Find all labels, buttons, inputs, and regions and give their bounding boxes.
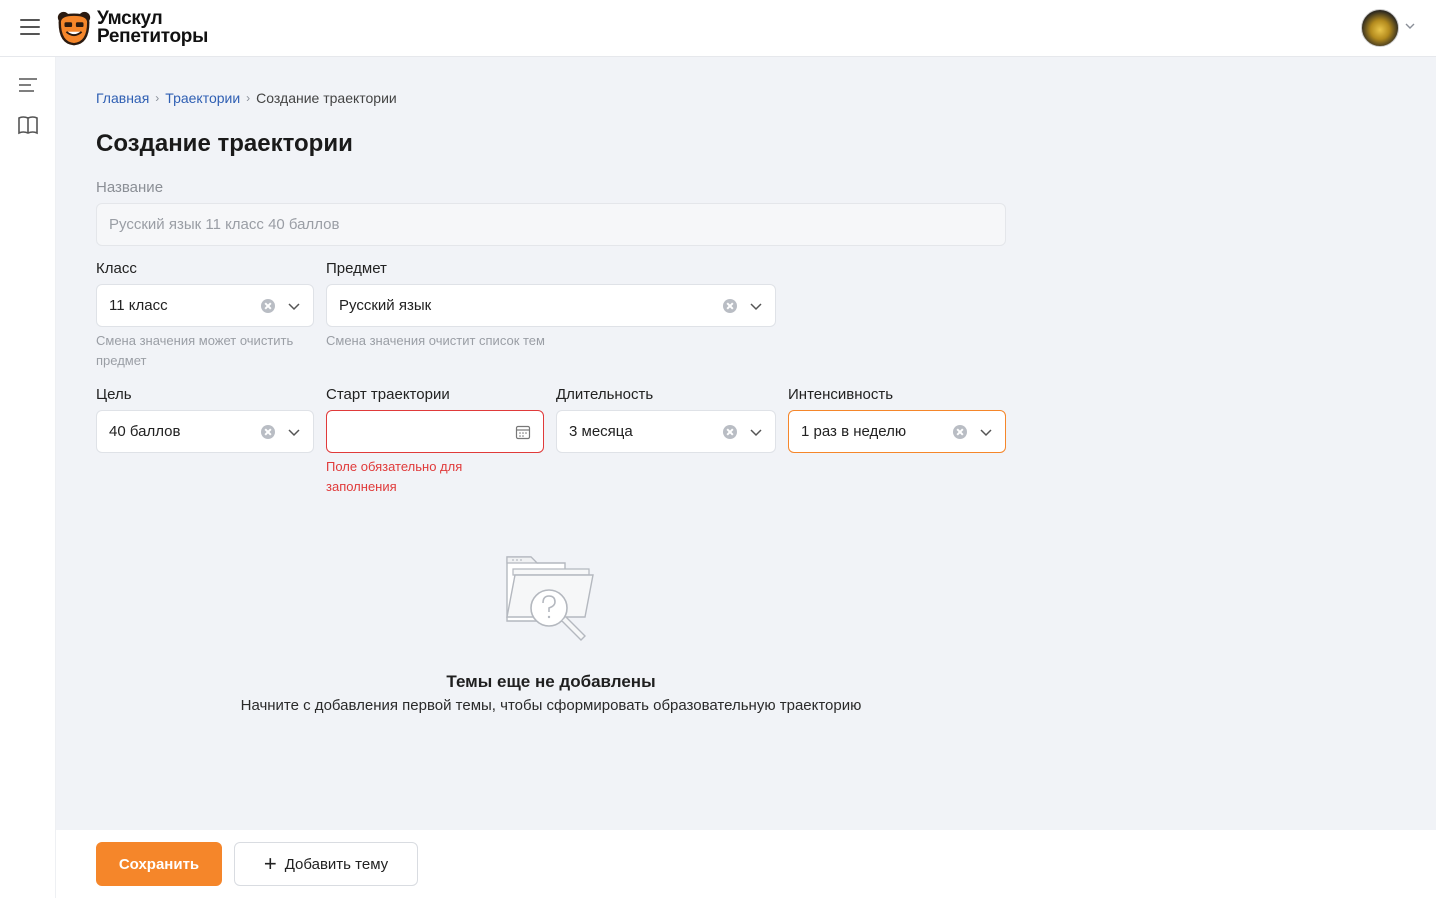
duration-value: 3 месяца (569, 423, 633, 440)
goal-value: 40 баллов (109, 423, 181, 440)
start-error: Поле обязательно для заполнения (326, 459, 463, 494)
menu-burger-icon[interactable] (20, 19, 40, 37)
duration-label: Длительность (556, 386, 654, 403)
user-avatar[interactable] (1361, 9, 1399, 47)
chevron-down-icon[interactable] (1404, 20, 1416, 32)
breadcrumb-trajectories-link[interactable]: Траектории (165, 90, 240, 106)
chevron-down-icon[interactable] (749, 299, 763, 313)
goal-select[interactable]: 40 баллов (96, 410, 314, 453)
top-header: Умскул Репетиторы (0, 0, 1436, 57)
subject-value: Русский язык (339, 297, 432, 314)
logo-line-2: Репетиторы (97, 26, 209, 47)
subject-hint: Смена значения очистит список тем (326, 333, 545, 348)
grade-label: Класс (96, 260, 137, 277)
list-menu-icon[interactable] (17, 75, 39, 97)
clear-icon[interactable] (953, 424, 967, 439)
calendar-icon[interactable] (515, 424, 531, 440)
chevron-down-icon[interactable] (979, 425, 993, 439)
empty-state-title: Темы еще не добавлены (446, 672, 656, 691)
plus-icon: + (263, 851, 277, 876)
bear-logo-icon (57, 11, 91, 46)
clear-icon[interactable] (261, 298, 275, 313)
book-icon[interactable] (17, 114, 39, 136)
name-input: Русский язык 11 класс 40 баллов (96, 203, 1006, 246)
chevron-right-icon: › (155, 91, 160, 105)
save-button[interactable]: Сохранить (96, 842, 222, 886)
name-placeholder: Русский язык 11 класс 40 баллов (109, 216, 340, 233)
grade-hint: Смена значения может очистить предмет (96, 333, 294, 368)
add-topic-label: Добавить тему (284, 855, 389, 873)
grade-value: 11 класс (109, 297, 168, 314)
side-rail (0, 57, 56, 898)
breadcrumb: Главная › Траектории › Создание траектор… (96, 90, 397, 106)
intensity-select[interactable]: 1 раз в неделю (788, 410, 1006, 453)
breadcrumb-current: Создание траектории (256, 90, 397, 106)
intensity-value: 1 раз в неделю (801, 423, 907, 440)
logo[interactable]: Умскул Репетиторы (55, 9, 208, 47)
chevron-right-icon: › (246, 91, 251, 105)
start-date-input[interactable] (326, 410, 544, 453)
start-label: Старт траектории (326, 386, 450, 403)
breadcrumb-home-link[interactable]: Главная (96, 90, 149, 106)
empty-state-subtitle: Начните с добавления первой темы, чтобы … (240, 697, 862, 714)
page-title: Создание траектории (96, 130, 353, 157)
intensity-label: Интенсивность (788, 386, 894, 403)
clear-icon[interactable] (261, 424, 275, 439)
subject-label: Предмет (326, 260, 387, 277)
duration-select[interactable]: 3 месяца (556, 410, 776, 453)
chevron-down-icon[interactable] (749, 425, 763, 439)
name-label: Название (96, 179, 164, 196)
add-topic-button[interactable]: + Добавить тему (234, 842, 418, 886)
empty-folder-search-icon (506, 556, 594, 641)
clear-icon[interactable] (723, 298, 737, 313)
goal-label: Цель (96, 386, 132, 403)
chevron-down-icon[interactable] (287, 299, 301, 313)
clear-icon[interactable] (723, 424, 737, 439)
subject-select[interactable]: Русский язык (326, 284, 776, 327)
grade-select[interactable]: 11 класс (96, 284, 314, 327)
chevron-down-icon[interactable] (287, 425, 301, 439)
